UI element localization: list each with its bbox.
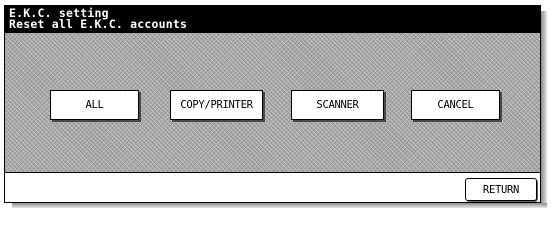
screen-subtitle: Reset all E.K.C. accounts: [9, 17, 188, 31]
scanner-button[interactable]: SCANNER: [291, 90, 384, 120]
return-button[interactable]: RETURN: [465, 178, 537, 201]
all-button[interactable]: ALL: [50, 90, 139, 120]
ekc-reset-panel: E.K.C. setting Reset all E.K.C. accounts…: [4, 5, 541, 203]
cancel-button[interactable]: CANCEL: [411, 90, 500, 120]
title-bar: E.K.C. setting Reset all E.K.C. accounts: [5, 6, 540, 33]
copy-printer-button[interactable]: COPY/PRINTER: [170, 90, 263, 120]
button-area: ALL COPY/PRINTER SCANNER CANCEL: [5, 33, 540, 173]
footer-bar: RETURN: [5, 173, 540, 202]
panel-shadow-right: [541, 11, 547, 207]
panel-shadow-bottom: [12, 203, 547, 208]
